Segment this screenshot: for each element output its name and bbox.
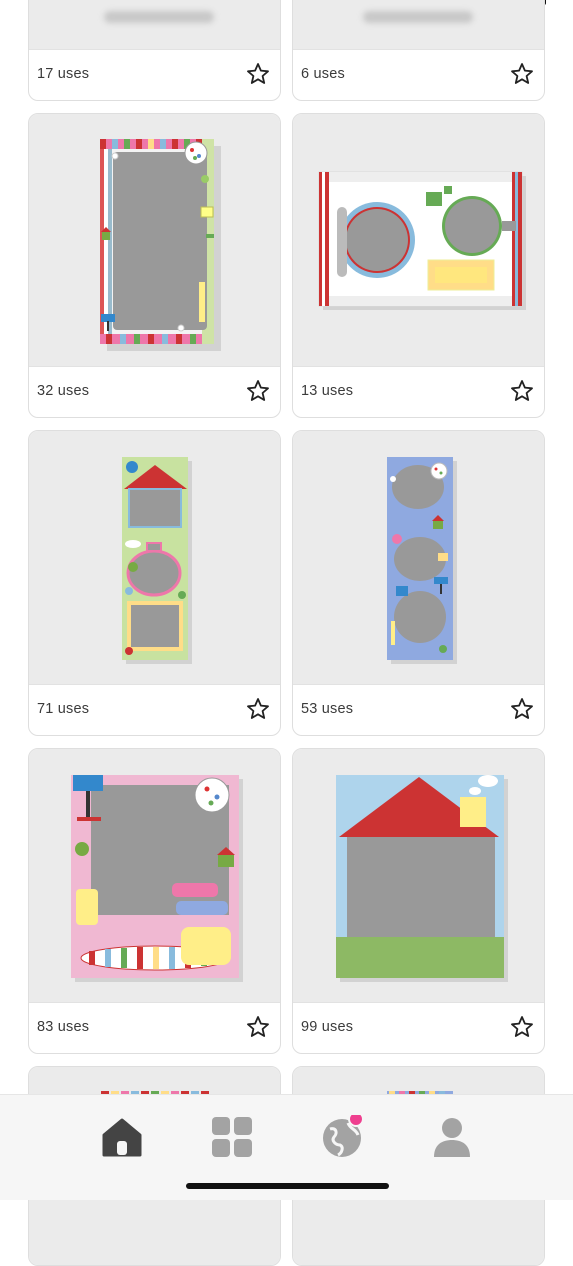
frame-strip-green bbox=[122, 457, 192, 664]
template-card[interactable]: 32 uses bbox=[28, 113, 281, 418]
grid-icon bbox=[212, 1117, 252, 1157]
card-footer: 6 uses bbox=[293, 49, 544, 100]
template-card[interactable]: 83 uses bbox=[28, 748, 281, 1054]
frame-placemat bbox=[318, 171, 526, 310]
uses-count: 17 uses bbox=[37, 66, 90, 82]
template-thumbnail[interactable] bbox=[29, 749, 280, 1002]
tab-templates[interactable] bbox=[210, 1115, 254, 1159]
uses-count: 32 uses bbox=[37, 383, 90, 399]
star-icon[interactable] bbox=[246, 1015, 270, 1039]
card-footer: 32 uses bbox=[29, 366, 280, 417]
star-icon[interactable] bbox=[246, 697, 270, 721]
template-thumbnail[interactable] bbox=[293, 431, 544, 684]
star-icon[interactable] bbox=[246, 62, 270, 86]
tab-home[interactable] bbox=[100, 1115, 144, 1159]
card-footer: 17 uses bbox=[29, 49, 280, 100]
uses-count: 83 uses bbox=[37, 1019, 90, 1035]
card-footer: 83 uses bbox=[29, 1002, 280, 1053]
globe-icon bbox=[323, 1115, 364, 1157]
uses-count: 99 uses bbox=[301, 1019, 354, 1035]
uses-count: 71 uses bbox=[37, 701, 90, 717]
notification-badge bbox=[348, 1115, 364, 1127]
frame-tall-striped bbox=[100, 139, 221, 351]
template-thumbnail[interactable] bbox=[293, 114, 544, 367]
uses-count: 6 uses bbox=[301, 66, 345, 82]
home-icon bbox=[102, 1118, 142, 1157]
template-thumbnail[interactable] bbox=[293, 0, 544, 50]
template-card[interactable]: 6 uses bbox=[292, 0, 545, 101]
template-thumbnail[interactable] bbox=[293, 749, 544, 1002]
card-footer: 13 uses bbox=[293, 366, 544, 417]
template-card[interactable]: 71 uses bbox=[28, 430, 281, 736]
star-icon[interactable] bbox=[510, 697, 534, 721]
star-icon[interactable] bbox=[510, 379, 534, 403]
template-card[interactable]: 13 uses bbox=[292, 113, 545, 418]
template-thumbnail[interactable] bbox=[29, 431, 280, 684]
tab-explore[interactable] bbox=[320, 1115, 364, 1159]
uses-count: 53 uses bbox=[301, 701, 354, 717]
template-thumbnail[interactable] bbox=[29, 0, 280, 50]
template-card[interactable]: 99 uses bbox=[292, 748, 545, 1054]
template-thumbnail[interactable] bbox=[29, 114, 280, 367]
star-icon[interactable] bbox=[510, 62, 534, 86]
template-grid: 17 uses 6 uses 32 uses 13 uses 71 uses 5… bbox=[0, 0, 573, 1266]
star-icon[interactable] bbox=[510, 1015, 534, 1039]
star-icon[interactable] bbox=[246, 379, 270, 403]
person-icon bbox=[434, 1118, 470, 1157]
card-footer: 71 uses bbox=[29, 684, 280, 735]
home-indicator bbox=[186, 1183, 389, 1189]
template-card[interactable]: 53 uses bbox=[292, 430, 545, 736]
frame-strip-blue bbox=[387, 457, 457, 664]
frame-pink-room bbox=[71, 775, 243, 982]
tab-profile[interactable] bbox=[430, 1115, 474, 1159]
card-footer: 53 uses bbox=[293, 684, 544, 735]
template-card[interactable]: 17 uses bbox=[28, 0, 281, 101]
card-footer: 99 uses bbox=[293, 1002, 544, 1053]
uses-count: 13 uses bbox=[301, 383, 354, 399]
frame-house bbox=[336, 775, 508, 982]
